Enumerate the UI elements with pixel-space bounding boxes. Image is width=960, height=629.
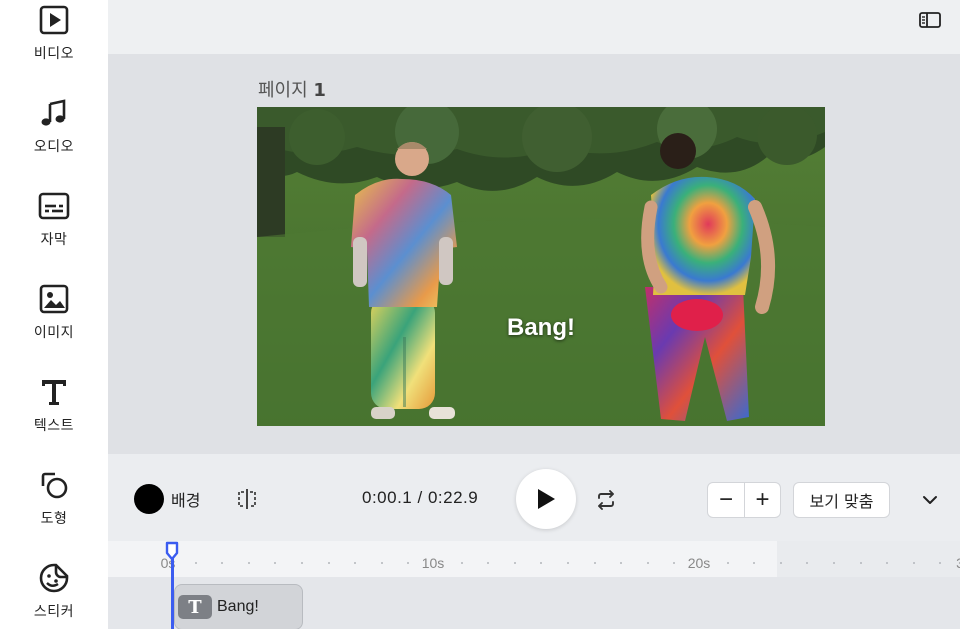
sidebar-item-label: 스티커 — [33, 604, 75, 620]
page-title-label: 페이지 — [258, 80, 308, 101]
zoom-in-button[interactable]: + — [743, 483, 780, 517]
ruler-tick — [567, 562, 569, 564]
ruler-tick — [833, 562, 835, 564]
fit-view-button[interactable]: 보기 맞춤 — [793, 482, 890, 518]
sidebar-item-audio[interactable]: 오디오 — [0, 96, 108, 176]
sidebar-item-sticker[interactable]: 스티커 — [0, 561, 108, 629]
sidebar-item-label: 이미지 — [33, 325, 75, 341]
zoom-out-button[interactable]: − — [708, 483, 744, 517]
ruler-tick — [726, 562, 729, 564]
video-caption-text[interactable]: Bang! — [257, 314, 825, 342]
top-bar — [108, 0, 960, 54]
ruler-tick — [859, 562, 862, 564]
video-frame-image — [257, 107, 825, 426]
shapes-icon — [37, 468, 71, 502]
split-icon[interactable] — [236, 488, 258, 510]
sidebar-item-video[interactable]: 비디오 — [0, 3, 108, 83]
video-preview[interactable]: Bang! — [257, 107, 825, 426]
sidebar-item-subtitles[interactable]: 자막 — [0, 189, 108, 269]
ruler-tick — [513, 562, 516, 564]
subtitles-icon — [37, 189, 71, 223]
ruler-tick — [247, 562, 250, 564]
playhead-handle[interactable] — [165, 541, 179, 561]
ruler-tick — [779, 562, 782, 564]
zoom-controls: − + — [707, 482, 781, 518]
left-sidebar: 비디오 오디오 자막 이미지 텍스트 도형 스티커 — [0, 0, 108, 629]
background-color-swatch — [134, 484, 164, 514]
sidebar-item-text[interactable]: 텍스트 — [0, 375, 108, 455]
sticker-icon — [37, 561, 71, 595]
sidebar-item-shapes[interactable]: 도형 — [0, 468, 108, 548]
ruler-tick-label: 10s — [421, 555, 445, 571]
ruler-tick — [380, 562, 383, 564]
timeline-ruler-extension — [777, 541, 960, 577]
ruler-tick-label: 20s — [687, 555, 711, 571]
clip-label: Bang! — [217, 598, 259, 615]
video-icon — [37, 3, 71, 37]
sidebar-item-label: 텍스트 — [33, 418, 75, 434]
panel-toggle-icon[interactable] — [918, 10, 942, 30]
ruler-tick — [327, 562, 330, 564]
text-icon — [37, 375, 71, 409]
background-color-button[interactable]: 배경 — [134, 484, 200, 514]
ruler-tick — [593, 562, 596, 564]
playback-controls: 배경 0:00.1 / 0:22.9 − + 보기 맞춤 — [108, 454, 960, 541]
page-number: 1 — [313, 80, 326, 101]
page-title: 페이지 1 — [258, 76, 326, 102]
current-time: 0:00.1 — [362, 488, 413, 507]
ruler-tick — [194, 562, 197, 564]
sidebar-item-label: 비디오 — [33, 46, 75, 62]
loop-icon[interactable] — [595, 489, 617, 511]
ruler-tick-label: 3 — [956, 555, 960, 571]
canvas-area: 페이지 1 Bang! — [108, 54, 960, 454]
chevron-down-icon[interactable] — [920, 490, 940, 510]
time-display: 0:00.1 / 0:22.9 — [362, 488, 478, 508]
sidebar-item-label: 도형 — [40, 511, 68, 527]
ruler-tick — [912, 562, 915, 564]
total-time: 0:22.9 — [427, 488, 479, 507]
play-button[interactable] — [516, 469, 576, 529]
ruler-tick — [460, 562, 463, 564]
sidebar-item-label: 오디오 — [33, 139, 75, 155]
play-icon — [538, 489, 555, 509]
music-note-icon — [37, 96, 71, 130]
timeline: 0s 10s 20s 3 T Bang! — [108, 541, 960, 629]
timeline-text-clip[interactable]: T Bang! — [174, 584, 303, 629]
ruler-tick — [646, 562, 649, 564]
ruler-tick — [301, 562, 303, 564]
sidebar-item-image[interactable]: 이미지 — [0, 282, 108, 362]
background-label: 배경 — [171, 491, 201, 510]
sidebar-item-label: 자막 — [40, 232, 68, 248]
image-icon — [37, 282, 71, 316]
text-clip-icon: T — [178, 595, 212, 619]
time-separator: / — [417, 488, 423, 507]
